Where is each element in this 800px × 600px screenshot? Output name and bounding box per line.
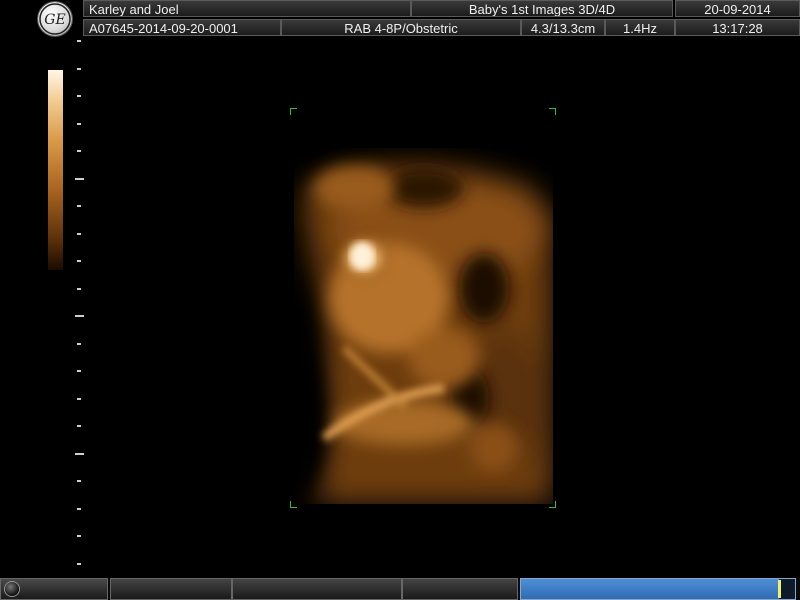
ge-logo-icon: GE (38, 2, 72, 36)
depth-tick (77, 67, 81, 70)
depth-tick (77, 480, 81, 482)
exam-time: 13:17:28 (675, 19, 800, 36)
depth-tick (77, 150, 81, 152)
roi-corner-top-right (549, 108, 556, 115)
ultrasound-image-area[interactable] (290, 108, 556, 508)
3d-rendered-image (294, 148, 553, 504)
depth-tick (77, 205, 81, 207)
depth-tick-major (75, 452, 84, 455)
cine-progress-fill (521, 579, 779, 599)
depth-tick (77, 122, 81, 125)
depth-tick-major (75, 177, 84, 180)
depth-tick (77, 40, 81, 42)
probe-preset: RAB 4-8P/Obstetric (281, 19, 521, 36)
depth-tick-major (75, 315, 84, 317)
depth-tick (77, 507, 81, 510)
softkey-2[interactable] (232, 578, 402, 600)
depth-tick (77, 342, 81, 345)
logo-text: GE (44, 12, 65, 28)
depth-tick (77, 232, 81, 235)
depth-tick (77, 425, 81, 427)
cine-position-marker[interactable] (777, 580, 781, 598)
depth-tick (77, 562, 81, 565)
trackball-status[interactable] (0, 578, 108, 600)
depth-tick (77, 370, 81, 372)
patient-name: Karley and Joel (83, 0, 411, 17)
depth-readout: 4.3/13.3cm (521, 19, 605, 36)
depth-scale (74, 40, 88, 580)
depth-tick (77, 397, 81, 400)
bottom-bar (0, 578, 800, 600)
color-map-bar (48, 70, 63, 270)
depth-tick (77, 95, 81, 97)
cine-progress-bar[interactable] (520, 578, 796, 600)
exam-id: A07645-2014-09-20-0001 (83, 19, 281, 36)
trackball-icon (5, 582, 19, 596)
depth-tick (77, 287, 81, 290)
frame-rate: 1.4Hz (605, 19, 675, 36)
softkey-3[interactable] (402, 578, 518, 600)
softkey-1[interactable] (110, 578, 232, 600)
exam-title: Baby's 1st Images 3D/4D (411, 0, 673, 17)
roi-corner-top-left (290, 108, 297, 115)
exam-date: 20-09-2014 (675, 0, 800, 17)
depth-tick (77, 260, 81, 262)
header-bar: GE Karley and Joel Baby's 1st Images 3D/… (0, 0, 800, 38)
depth-tick (77, 535, 81, 537)
